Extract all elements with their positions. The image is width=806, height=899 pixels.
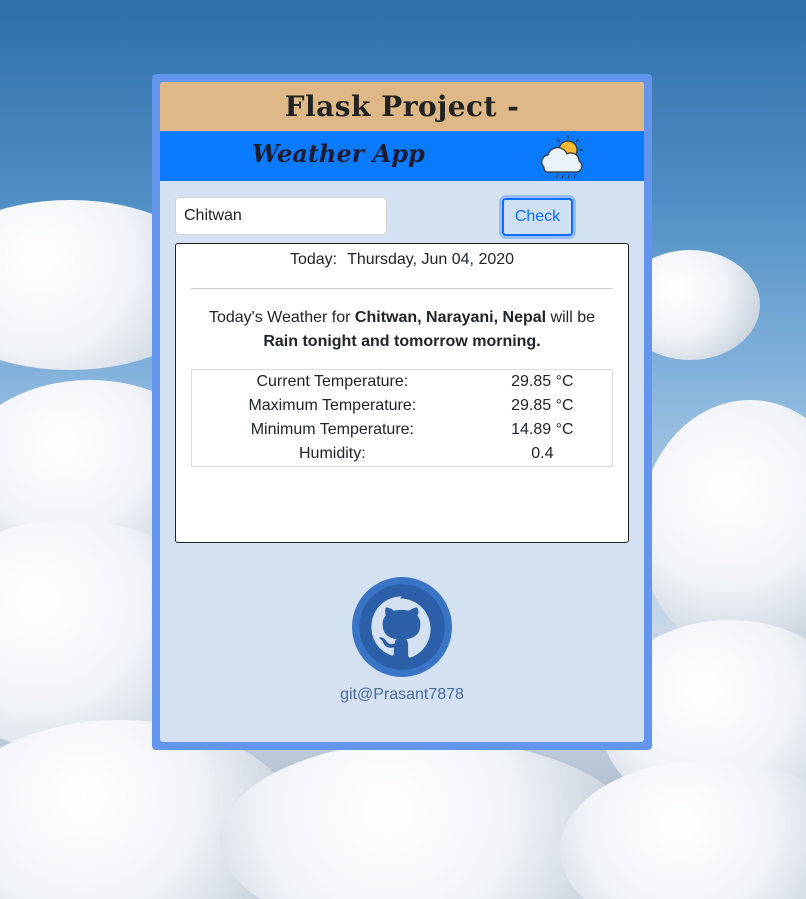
stat-value: 29.85 °C xyxy=(511,397,574,414)
stat-value: 14.89 °C xyxy=(511,421,574,438)
today-label: Today: xyxy=(289,251,338,268)
title-bar: Flask Project - xyxy=(160,82,644,131)
stat-label: Maximum Temperature: xyxy=(248,397,417,414)
stat-label: Minimum Temperature: xyxy=(250,421,414,438)
table-row: Current Temperature: 29.85 °C xyxy=(192,370,613,395)
stat-label: Humidity: xyxy=(299,445,366,462)
divider xyxy=(191,288,613,289)
forecast-prefix: Today's Weather for xyxy=(208,309,351,326)
app-subtitle: Weather App xyxy=(252,139,425,168)
forecast-location: Chitwan, Narayani, Nepal xyxy=(354,309,547,326)
page-title: Flask Project - xyxy=(284,90,520,123)
app-panel: Flask Project - Weather App Chitwan Chec… xyxy=(160,82,644,742)
github-link[interactable]: git@Prasant7878 xyxy=(160,686,644,704)
table-row: Maximum Temperature: 29.85 °C xyxy=(192,394,613,418)
search-row: Check xyxy=(175,197,630,237)
github-icon[interactable] xyxy=(351,576,453,678)
forecast-text: Today's Weather for Chitwan, Narayani, N… xyxy=(196,306,608,354)
table-row: Humidity: 0.4 xyxy=(192,442,613,467)
weather-sun-cloud-rain-icon xyxy=(541,135,583,179)
city-input[interactable] xyxy=(175,197,387,235)
table-row: Minimum Temperature: 14.89 °C xyxy=(192,418,613,442)
stat-label: Current Temperature: xyxy=(256,373,409,390)
forecast-summary: Rain tonight and tomorrow morning. xyxy=(263,333,541,350)
stat-value: 29.85 °C xyxy=(511,373,574,390)
subtitle-bar: Weather App xyxy=(160,131,644,181)
check-button[interactable]: Check xyxy=(502,198,573,236)
today-date: Thursday, Jun 04, 2020 xyxy=(347,251,515,268)
app-frame: Flask Project - Weather App Chitwan Chec… xyxy=(152,74,652,750)
stat-value: 0.4 xyxy=(531,445,554,462)
forecast-middle: will be xyxy=(550,309,596,326)
today-line: Today: Thursday, Jun 04, 2020 xyxy=(176,251,628,269)
weather-result-box: Today: Thursday, Jun 04, 2020 Today's Wea… xyxy=(175,243,629,543)
weather-stats-table: Current Temperature: 29.85 °C Maximum Te… xyxy=(191,369,613,467)
